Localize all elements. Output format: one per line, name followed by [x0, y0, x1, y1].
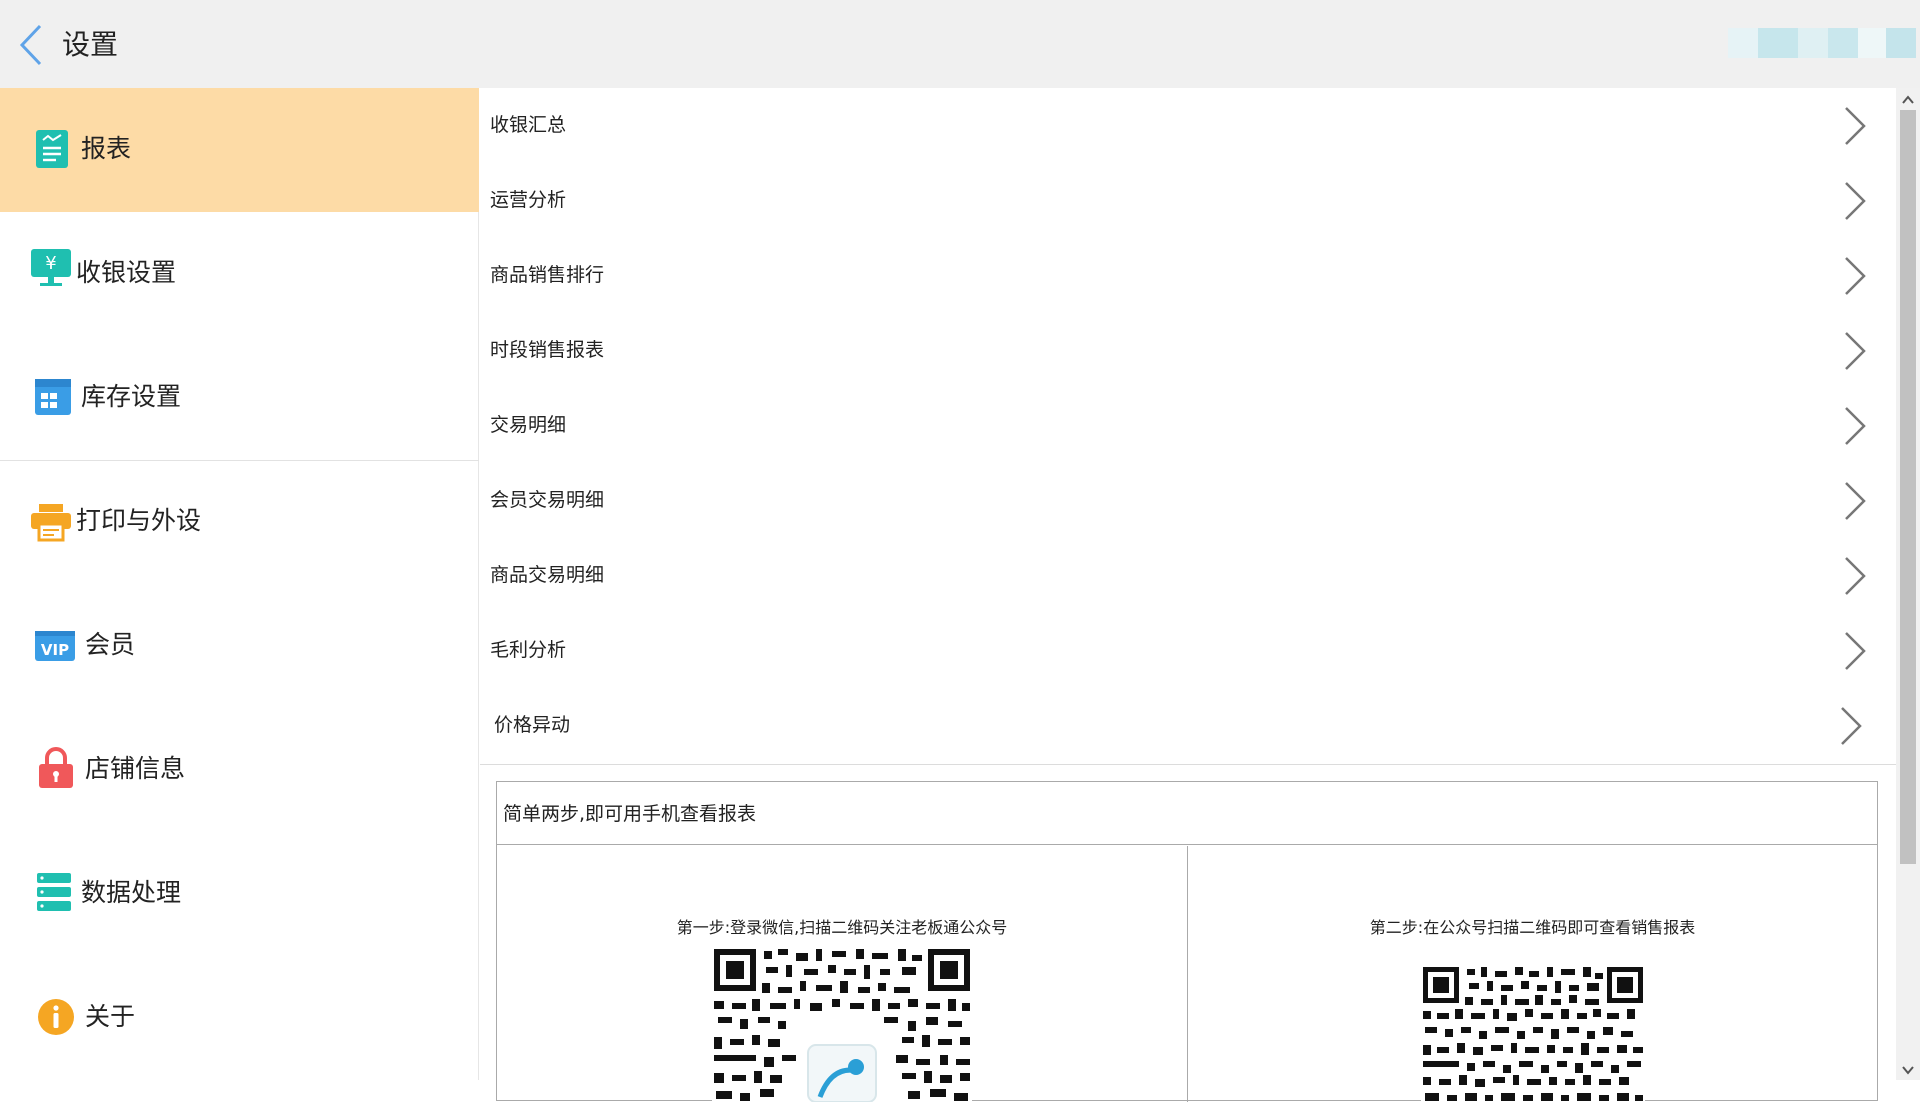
chevron-right-icon [1845, 257, 1866, 295]
sidebar-item-label: 数据处理 [81, 878, 182, 907]
svg-text:VIP: VIP [41, 641, 69, 659]
report-item-label: 毛利分析 [490, 639, 567, 661]
chevron-right-icon [1845, 557, 1866, 595]
sidebar-item-store-info[interactable]: 店铺信息 [0, 708, 479, 832]
qr-step-one: 第一步:登录微信,扫描二维码关注老板通公众号 [497, 846, 1187, 1102]
qr-step-one-text: 第一步:登录微信,扫描二维码关注老板通公众号 [676, 918, 1008, 937]
report-item-product-sales-ranking[interactable]: 商品销售排行 [480, 238, 1896, 313]
report-item-label: 交易明细 [490, 414, 567, 436]
report-item-label: 收银汇总 [490, 114, 567, 136]
sidebar-item-label: 关于 [85, 1002, 136, 1031]
sidebar-item-data-processing[interactable]: 数据处理 [0, 832, 479, 956]
info-icon [37, 998, 81, 1042]
sidebar-item-label: 打印与外设 [76, 506, 202, 535]
sidebar-item-label: 报表 [81, 134, 132, 163]
sidebar-item-member[interactable]: VIP 会员 [0, 584, 479, 708]
data-icon [36, 872, 80, 916]
chevron-right-icon [1845, 407, 1866, 445]
chevron-right-icon [1845, 107, 1866, 145]
sidebar-item-print-peripherals[interactable]: 打印与外设 [0, 460, 479, 584]
chevron-left-icon [19, 24, 42, 66]
sidebar-item-label: 收银设置 [76, 258, 177, 287]
vertical-scrollbar[interactable] [1896, 88, 1920, 1080]
back-button[interactable] [14, 22, 50, 68]
scroll-up-arrow-icon[interactable] [1901, 94, 1915, 106]
sidebar-item-label: 店铺信息 [85, 754, 186, 783]
qr-panel-title: 简单两步,即可用手机查看报表 [503, 803, 757, 825]
report-item-label: 会员交易明细 [490, 489, 605, 511]
chevron-right-icon [1845, 332, 1866, 370]
report-item-member-transactions[interactable]: 会员交易明细 [480, 463, 1896, 538]
report-item-operation-analysis[interactable]: 运营分析 [480, 163, 1896, 238]
sidebar-item-cashier-settings[interactable]: ¥ 收银设置 [0, 212, 479, 336]
vip-icon: VIP [34, 630, 78, 674]
store-lock-icon [37, 746, 81, 790]
report-item-gross-profit[interactable]: 毛利分析 [480, 613, 1896, 688]
report-list-panel: 收银汇总 运营分析 商品销售排行 时段销售报表 交易明细 会员交易明细 商品交易… [480, 88, 1896, 1102]
report-item-label: 商品销售排行 [490, 264, 605, 286]
report-item-label: 运营分析 [490, 189, 567, 211]
page-title: 设置 [62, 28, 119, 61]
chevron-right-icon [1841, 707, 1862, 745]
sidebar-item-label: 库存设置 [81, 382, 182, 411]
chevron-right-icon [1845, 632, 1866, 670]
sidebar-item-report[interactable]: 报表 [0, 88, 479, 212]
report-qr-code-image [1421, 965, 1645, 1102]
report-item-label: 时段销售报表 [490, 339, 605, 361]
report-item-cash-summary[interactable]: 收银汇总 [480, 88, 1896, 163]
report-item-product-transactions[interactable]: 商品交易明细 [480, 538, 1896, 613]
chevron-right-icon [1845, 482, 1866, 520]
list-divider [480, 764, 1896, 765]
report-item-transaction-details[interactable]: 交易明细 [480, 388, 1896, 463]
qr-step-two-text: 第二步:在公众号扫描二维码即可查看销售报表 [1369, 918, 1696, 937]
scrollbar-thumb[interactable] [1900, 110, 1916, 864]
cash-register-icon: ¥ [30, 248, 74, 292]
settings-sidebar: 报表 ¥ 收银设置 库存设置 打印与外设 VIP 会员 店铺信息 数据处理 关于 [0, 88, 479, 1080]
sidebar-item-label: 会员 [85, 630, 136, 659]
report-item-hourly-sales[interactable]: 时段销售报表 [480, 313, 1896, 388]
report-item-label: 价格异动 [494, 714, 571, 736]
sidebar-item-about[interactable]: 关于 [0, 956, 479, 1080]
qr-step-two: 第二步:在公众号扫描二维码即可查看销售报表 [1187, 846, 1877, 1102]
inventory-icon [34, 378, 78, 422]
printer-icon [30, 502, 74, 546]
report-icon [34, 128, 78, 172]
wechat-qr-code-image [712, 947, 972, 1102]
chevron-right-icon [1845, 182, 1866, 220]
qr-panel-header: 简单两步,即可用手机查看报表 [497, 782, 1877, 845]
scroll-down-arrow-icon[interactable] [1901, 1064, 1915, 1076]
mobile-report-qr-panel: 简单两步,即可用手机查看报表 第一步:登录微信,扫描二维码关注老板通公众号 第二… [496, 781, 1878, 1102]
svg-text:¥: ¥ [45, 253, 56, 274]
report-item-price-changes[interactable]: 价格异动 [480, 688, 1896, 763]
sidebar-item-inventory-settings[interactable]: 库存设置 [0, 336, 479, 460]
report-item-label: 商品交易明细 [490, 564, 605, 586]
user-info-blurred [1724, 28, 1920, 60]
title-bar: 设置 [0, 0, 1920, 88]
